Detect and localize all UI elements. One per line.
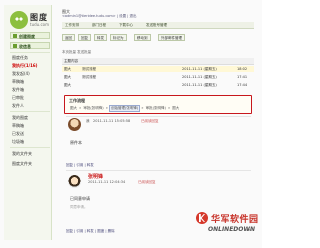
inbox-label: 收信息 bbox=[19, 44, 31, 49]
sidebar-item-12[interactable]: 图度文件夹 bbox=[12, 161, 32, 167]
compose-button[interactable]: 创建图度 bbox=[10, 32, 50, 39]
pencil-icon bbox=[13, 34, 17, 38]
message-actions[interactable]: 回复 | 引用 | 转发 bbox=[66, 163, 94, 168]
watermark-cn: 华军软件园 bbox=[211, 215, 259, 225]
sidebar-item-6[interactable]: 发件人 bbox=[12, 103, 24, 109]
table-row[interactable]: 图大 测试流程 2011-11-11 (星期五) 18:02 bbox=[62, 66, 254, 72]
sidebar-item-7[interactable]: 我的图度 bbox=[12, 115, 28, 121]
watermark-suffix: .net bbox=[245, 228, 252, 232]
message-body: 原件本 bbox=[70, 140, 82, 145]
compose-label: 创建图度 bbox=[19, 34, 35, 39]
move-to-button[interactable]: 移动到 bbox=[134, 34, 151, 41]
row-date: 2011-11-11 (星期五) bbox=[182, 67, 217, 71]
row-sender: 图大 bbox=[64, 75, 71, 79]
back-button[interactable]: 返回 bbox=[62, 34, 75, 41]
logo-eyes-icon bbox=[14, 15, 24, 25]
workflow-steps: 图大 » 审批(张明锋) » 创始管理(张明锋) » 审批(张明锋) » 图大 bbox=[70, 105, 180, 112]
workflow-step: 审批(张明锋) bbox=[83, 106, 104, 110]
row-sender: 图大 bbox=[64, 67, 71, 71]
row-time: 17:44 bbox=[237, 83, 248, 87]
sidebar-divider bbox=[10, 111, 50, 112]
message-toolbar: 返回 回复 转发 标记为 移动到 外部邮件管理 bbox=[62, 34, 254, 44]
sidebar-item-4[interactable]: 发件箱 bbox=[12, 87, 24, 93]
workflow-title: 工作流程 bbox=[69, 98, 85, 103]
workflow-step: 图大 bbox=[70, 106, 77, 110]
sidebar-item-1[interactable]: 我执行(1/16) bbox=[12, 63, 37, 69]
external-mail-button[interactable]: 外部邮件管理 bbox=[158, 34, 185, 41]
table-row[interactable]: 图大 测试流程 2011-11-11 (星期五) 17:41 bbox=[62, 74, 254, 80]
sidebar-item-8[interactable]: 草稿箱 bbox=[12, 123, 24, 129]
tab-download-center[interactable]: 下载中心 bbox=[119, 22, 133, 28]
watermark-k-icon bbox=[199, 214, 205, 222]
row-subject: 测试流程 bbox=[82, 67, 96, 71]
message-sender: 我 bbox=[86, 119, 90, 123]
table-row[interactable]: 图大 2011-11-11 (星期五) 17:44 bbox=[62, 82, 254, 88]
tab-account-manage[interactable]: 发送账号管理 bbox=[146, 22, 167, 28]
message-note: 已阅读回复 bbox=[138, 180, 156, 184]
top-tabbar: 工作安排 部门日程 下载中心 发送账号管理 bbox=[62, 22, 254, 29]
workflow-step-current: 创始管理(张明锋) bbox=[108, 105, 141, 112]
envelope-icon bbox=[13, 44, 17, 48]
row-sender: 图大 bbox=[64, 83, 71, 87]
row-date: 2011-11-11 (星期五) bbox=[182, 75, 217, 79]
row-time: 17:41 bbox=[237, 75, 248, 79]
row-date: 2011-11-11 (星期五) bbox=[182, 83, 217, 87]
sidebar-item-3[interactable]: 草稿箱 bbox=[12, 79, 24, 85]
forward-button[interactable]: 转发 bbox=[94, 34, 107, 41]
sidebar-divider bbox=[10, 52, 50, 53]
sidebar: 图度 tudu.com 创建图度 收信息 图度任务 我执行(1/16) 我发起(… bbox=[4, 5, 52, 240]
row-time: 18:02 bbox=[237, 67, 248, 71]
inbox-button[interactable]: 收信息 bbox=[10, 42, 50, 49]
app-window: 图度 tudu.com 创建图度 收信息 图度任务 我执行(1/16) 我发起(… bbox=[0, 0, 262, 248]
message-body: 已同意申请 bbox=[70, 196, 90, 201]
message-divider bbox=[66, 170, 251, 171]
list-batch-actions[interactable]: 本页批量 发送批量 bbox=[62, 50, 91, 55]
message-actions[interactable]: 回复 | 引用 | 转发 | 图度 | 删除 bbox=[66, 229, 115, 234]
mark-as-button[interactable]: 标记为 bbox=[110, 34, 127, 41]
brand-domain: tudu.com bbox=[30, 22, 49, 27]
row-subject: 测试流程 bbox=[82, 75, 96, 79]
sidebar-item-0[interactable]: 图度任务 bbox=[12, 55, 28, 61]
list-header-row: 主题内容 bbox=[62, 58, 254, 65]
workflow-step: 审批(张明锋) bbox=[145, 106, 166, 110]
message-divider bbox=[66, 116, 251, 117]
reply-button[interactable]: 回复 bbox=[78, 34, 91, 41]
sidebar-item-11[interactable]: 我的文件夹 bbox=[12, 151, 32, 157]
column-subject: 主题内容 bbox=[64, 59, 78, 63]
message-note: 已阅读回复 bbox=[141, 119, 159, 123]
sidebar-item-9[interactable]: 已发送 bbox=[12, 131, 24, 137]
workflow-step: 图大 bbox=[172, 106, 180, 110]
sidebar-item-5[interactable]: 已审批 bbox=[12, 95, 24, 101]
message-signature: 同意申请。 bbox=[70, 205, 88, 209]
sidebar-divider bbox=[10, 147, 50, 148]
message-time: 2011-11-11 12:04:34 bbox=[88, 180, 126, 184]
message-time: 2011-11-11 15:05:58 bbox=[93, 119, 131, 123]
sidebar-item-10[interactable]: 垃圾箱 bbox=[12, 139, 24, 145]
message-sender: 张明锋 bbox=[88, 174, 104, 180]
user-links[interactable]: <admin1@tieridee.tudu.com> | 设置 | 退出 bbox=[62, 14, 137, 19]
tab-dept-calendar[interactable]: 部门日程 bbox=[92, 22, 106, 28]
avatar[interactable] bbox=[68, 118, 81, 131]
watermark-logo-icon bbox=[196, 212, 208, 224]
workflow-panel: 工作流程 图大 » 审批(张明锋) » 创始管理(张明锋) » 审批(张明锋) … bbox=[64, 95, 252, 114]
sidebar-item-2[interactable]: 我发起(4) bbox=[12, 71, 30, 77]
tab-work-schedule[interactable]: 工作安排 bbox=[65, 22, 79, 28]
avatar[interactable] bbox=[68, 175, 81, 188]
